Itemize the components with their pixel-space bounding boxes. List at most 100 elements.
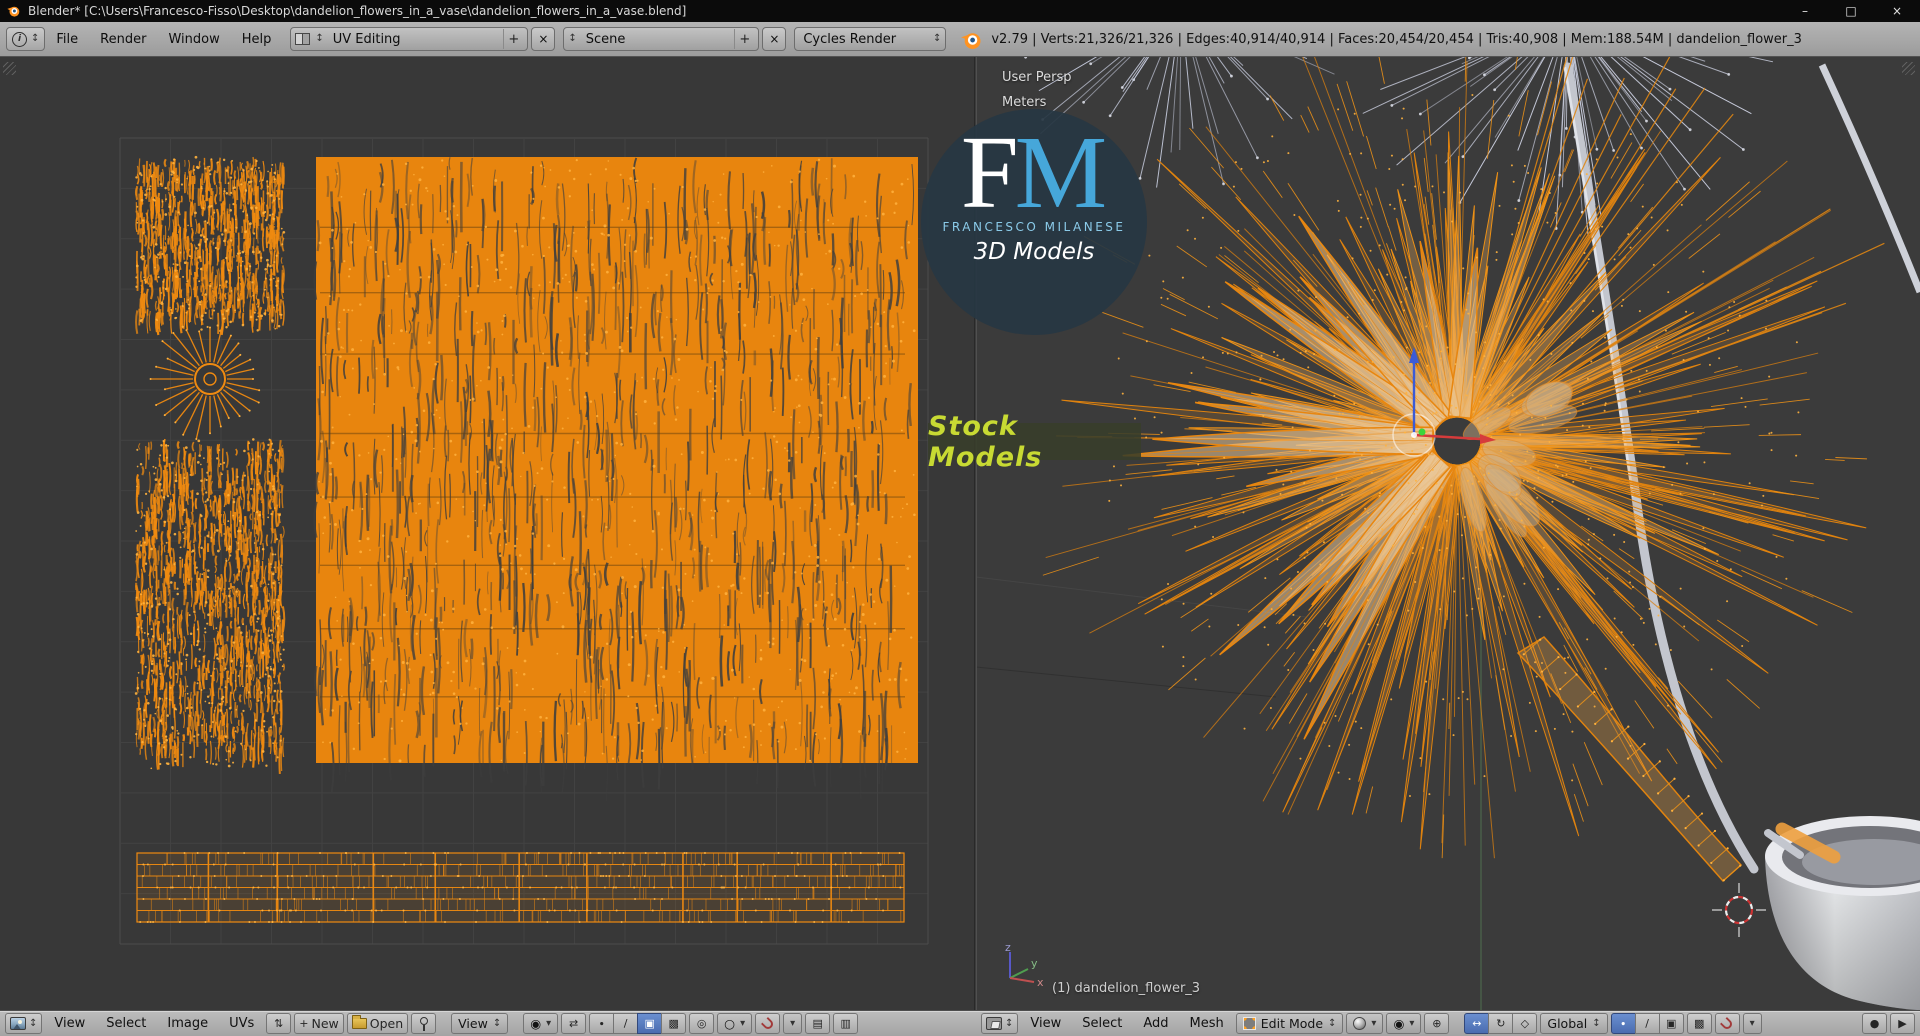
updown-icon: ↕ bbox=[1328, 1017, 1337, 1029]
mode-dropdown[interactable]: Edit Mode ↕ bbox=[1235, 1013, 1344, 1034]
blender-app-icon bbox=[7, 6, 20, 17]
uv-pivot-dropdown[interactable]: ◉ ▾ bbox=[523, 1013, 559, 1034]
logo-monogram: F M bbox=[961, 115, 1108, 230]
image-editor-icon bbox=[10, 1017, 26, 1030]
updown-icon: ↕ bbox=[568, 33, 577, 44]
layout-delete-button[interactable]: × bbox=[531, 27, 556, 51]
window-title: Blender* [C:\Users\Francesco-Fisso\Deskt… bbox=[28, 4, 687, 18]
edit-mode-icon bbox=[1242, 1017, 1256, 1030]
render-engine-dropdown[interactable]: Cycles Render ↕ bbox=[794, 27, 947, 51]
proportional-edit-dropdown[interactable]: ○ ▾ bbox=[717, 1013, 753, 1034]
image-browse-button[interactable]: ⇅ bbox=[266, 1013, 292, 1034]
display-channels-dropdown[interactable]: View ↕ bbox=[451, 1013, 509, 1034]
editor-type-info-button[interactable]: i ↕ bbox=[6, 27, 46, 51]
manipulator-scale-toggle[interactable]: ◇ bbox=[1512, 1013, 1538, 1034]
sync-uv-selection-toggle[interactable]: ⇄ bbox=[561, 1013, 587, 1034]
viewport-shading-dropdown[interactable]: ▾ bbox=[1346, 1013, 1384, 1034]
pivot-center-dropdown[interactable]: ◉ ▾ bbox=[1386, 1013, 1422, 1034]
snap-element-dropdown[interactable]: ▾ bbox=[1742, 1013, 1762, 1034]
close-button[interactable]: × bbox=[1874, 0, 1920, 22]
manipulator-group: ↔ ↻ ◇ bbox=[1464, 1013, 1538, 1034]
updown-icon: ↕ bbox=[315, 33, 324, 44]
info-editor-icon: i bbox=[12, 31, 27, 47]
svg-text:x: x bbox=[1037, 976, 1044, 989]
logo-letter-m: M bbox=[1014, 115, 1108, 230]
window-titlebar: Blender* [C:\Users\Francesco-Fisso\Deskt… bbox=[0, 0, 1920, 22]
display-channels-label: View bbox=[458, 1016, 488, 1031]
menu-help[interactable]: Help bbox=[231, 32, 283, 47]
dropdown-icon: ▾ bbox=[1749, 1017, 1755, 1029]
uv-menu-uvs[interactable]: UVs bbox=[220, 1016, 263, 1031]
uv-select-island-button[interactable]: ▩ bbox=[661, 1013, 687, 1034]
updown-icon: ↕ bbox=[492, 1017, 502, 1029]
image-new-button[interactable]: + New bbox=[294, 1013, 344, 1034]
viewport-editor-type-button[interactable]: ↕ bbox=[981, 1013, 1019, 1034]
menu-render[interactable]: Render bbox=[89, 32, 157, 47]
render-slot-b-button[interactable]: ▥ bbox=[833, 1013, 859, 1034]
watermark-logo: F M FRANCESCO MILANESE 3D Models bbox=[921, 109, 1147, 335]
units-label: Meters bbox=[1002, 95, 1047, 110]
blender-logo bbox=[961, 32, 981, 49]
viewport-editor-icon bbox=[986, 1017, 1002, 1030]
pivot-align-toggle[interactable]: ⊕ bbox=[1424, 1013, 1450, 1034]
scene-delete-button[interactable]: × bbox=[762, 27, 787, 51]
area-corner-grip[interactable] bbox=[3, 62, 16, 75]
opengl-render-anim-button[interactable]: ▶ bbox=[1890, 1013, 1915, 1034]
window-controls: – □ × bbox=[1782, 0, 1920, 22]
vp-menu-add[interactable]: Add bbox=[1134, 1016, 1177, 1031]
minimize-button[interactable]: – bbox=[1782, 0, 1828, 22]
uv-menu-select[interactable]: Select bbox=[97, 1016, 155, 1031]
maximize-button[interactable]: □ bbox=[1828, 0, 1874, 22]
uv-menu-view[interactable]: View bbox=[45, 1016, 94, 1031]
uv-menu-image[interactable]: Image bbox=[158, 1016, 217, 1031]
orientation-dropdown[interactable]: Global ↕ bbox=[1540, 1013, 1608, 1034]
render-slot-a-button[interactable]: ▤ bbox=[805, 1013, 831, 1034]
snap-toggle-button[interactable] bbox=[755, 1013, 781, 1034]
pivot-icon: ◉ bbox=[530, 1016, 542, 1031]
dropdown-icon: ▾ bbox=[1409, 1017, 1415, 1029]
select-mode-edge-button[interactable]: / bbox=[1634, 1013, 1660, 1034]
menu-window[interactable]: Window bbox=[157, 32, 230, 47]
manipulator-rotate-toggle[interactable]: ↻ bbox=[1488, 1013, 1514, 1034]
select-mode-face-button[interactable]: ▣ bbox=[1658, 1013, 1684, 1034]
occlude-geometry-toggle[interactable]: ▩ bbox=[1686, 1013, 1712, 1034]
svg-text:z: z bbox=[1005, 942, 1011, 954]
uv-select-vertex-button[interactable]: ∙ bbox=[589, 1013, 615, 1034]
uv-editor-header: ↕ View Select Image UVs ⇅ + New Open Vie… bbox=[0, 1010, 976, 1036]
screen-layout-selector[interactable]: ↕ UV Editing + bbox=[290, 27, 529, 51]
manipulator-translate-toggle[interactable]: ↔ bbox=[1464, 1013, 1490, 1034]
shading-sphere-icon bbox=[1353, 1017, 1367, 1030]
mesh-select-mode-group: ∙ / ▣ bbox=[1610, 1013, 1684, 1034]
orientation-label: Global bbox=[1547, 1016, 1588, 1031]
logo-subtitle: 3D Models bbox=[973, 239, 1095, 266]
screen-layout-icon bbox=[295, 33, 311, 45]
updown-icon: ↕ bbox=[1005, 1017, 1014, 1029]
vp-menu-view[interactable]: View bbox=[1021, 1016, 1070, 1031]
opengl-render-button[interactable]: ● bbox=[1862, 1013, 1887, 1034]
layout-add-button[interactable]: + bbox=[503, 29, 523, 49]
scene-add-button[interactable]: + bbox=[734, 29, 754, 49]
uv-select-face-button[interactable]: ▣ bbox=[637, 1013, 663, 1034]
updown-icon: ↕ bbox=[1592, 1017, 1601, 1029]
vp-menu-select[interactable]: Select bbox=[1073, 1016, 1131, 1031]
vp-menu-mesh[interactable]: Mesh bbox=[1181, 1016, 1233, 1031]
menu-file[interactable]: File bbox=[45, 32, 89, 47]
magnet-icon bbox=[1720, 1016, 1735, 1031]
image-pin-button[interactable] bbox=[411, 1013, 437, 1034]
scene-selector[interactable]: ↕ Scene + bbox=[563, 27, 760, 51]
folder-icon bbox=[351, 1015, 367, 1029]
new-button-label: New bbox=[311, 1016, 339, 1031]
watermark-badge: Stock Models bbox=[928, 411, 1141, 473]
snap-target-dropdown[interactable]: ▾ bbox=[783, 1013, 803, 1034]
updown-icon: ↕ bbox=[932, 33, 942, 44]
sticky-selection-button[interactable]: ◎ bbox=[689, 1013, 715, 1034]
uv-select-edge-button[interactable]: / bbox=[613, 1013, 639, 1034]
uv-select-mode-group: ∙ / ▣ ▩ bbox=[589, 1013, 687, 1034]
image-open-button[interactable]: Open bbox=[346, 1013, 409, 1034]
snap-toggle-button[interactable] bbox=[1714, 1013, 1740, 1034]
uv-canvas[interactable] bbox=[0, 57, 976, 1010]
area-corner-grip[interactable] bbox=[1902, 62, 1915, 75]
info-header: i ↕ File Render Window Help ↕ UV Editing… bbox=[0, 22, 1920, 57]
uv-editor-type-button[interactable]: ↕ bbox=[5, 1013, 43, 1034]
select-mode-vertex-button[interactable]: ∙ bbox=[1610, 1013, 1636, 1034]
